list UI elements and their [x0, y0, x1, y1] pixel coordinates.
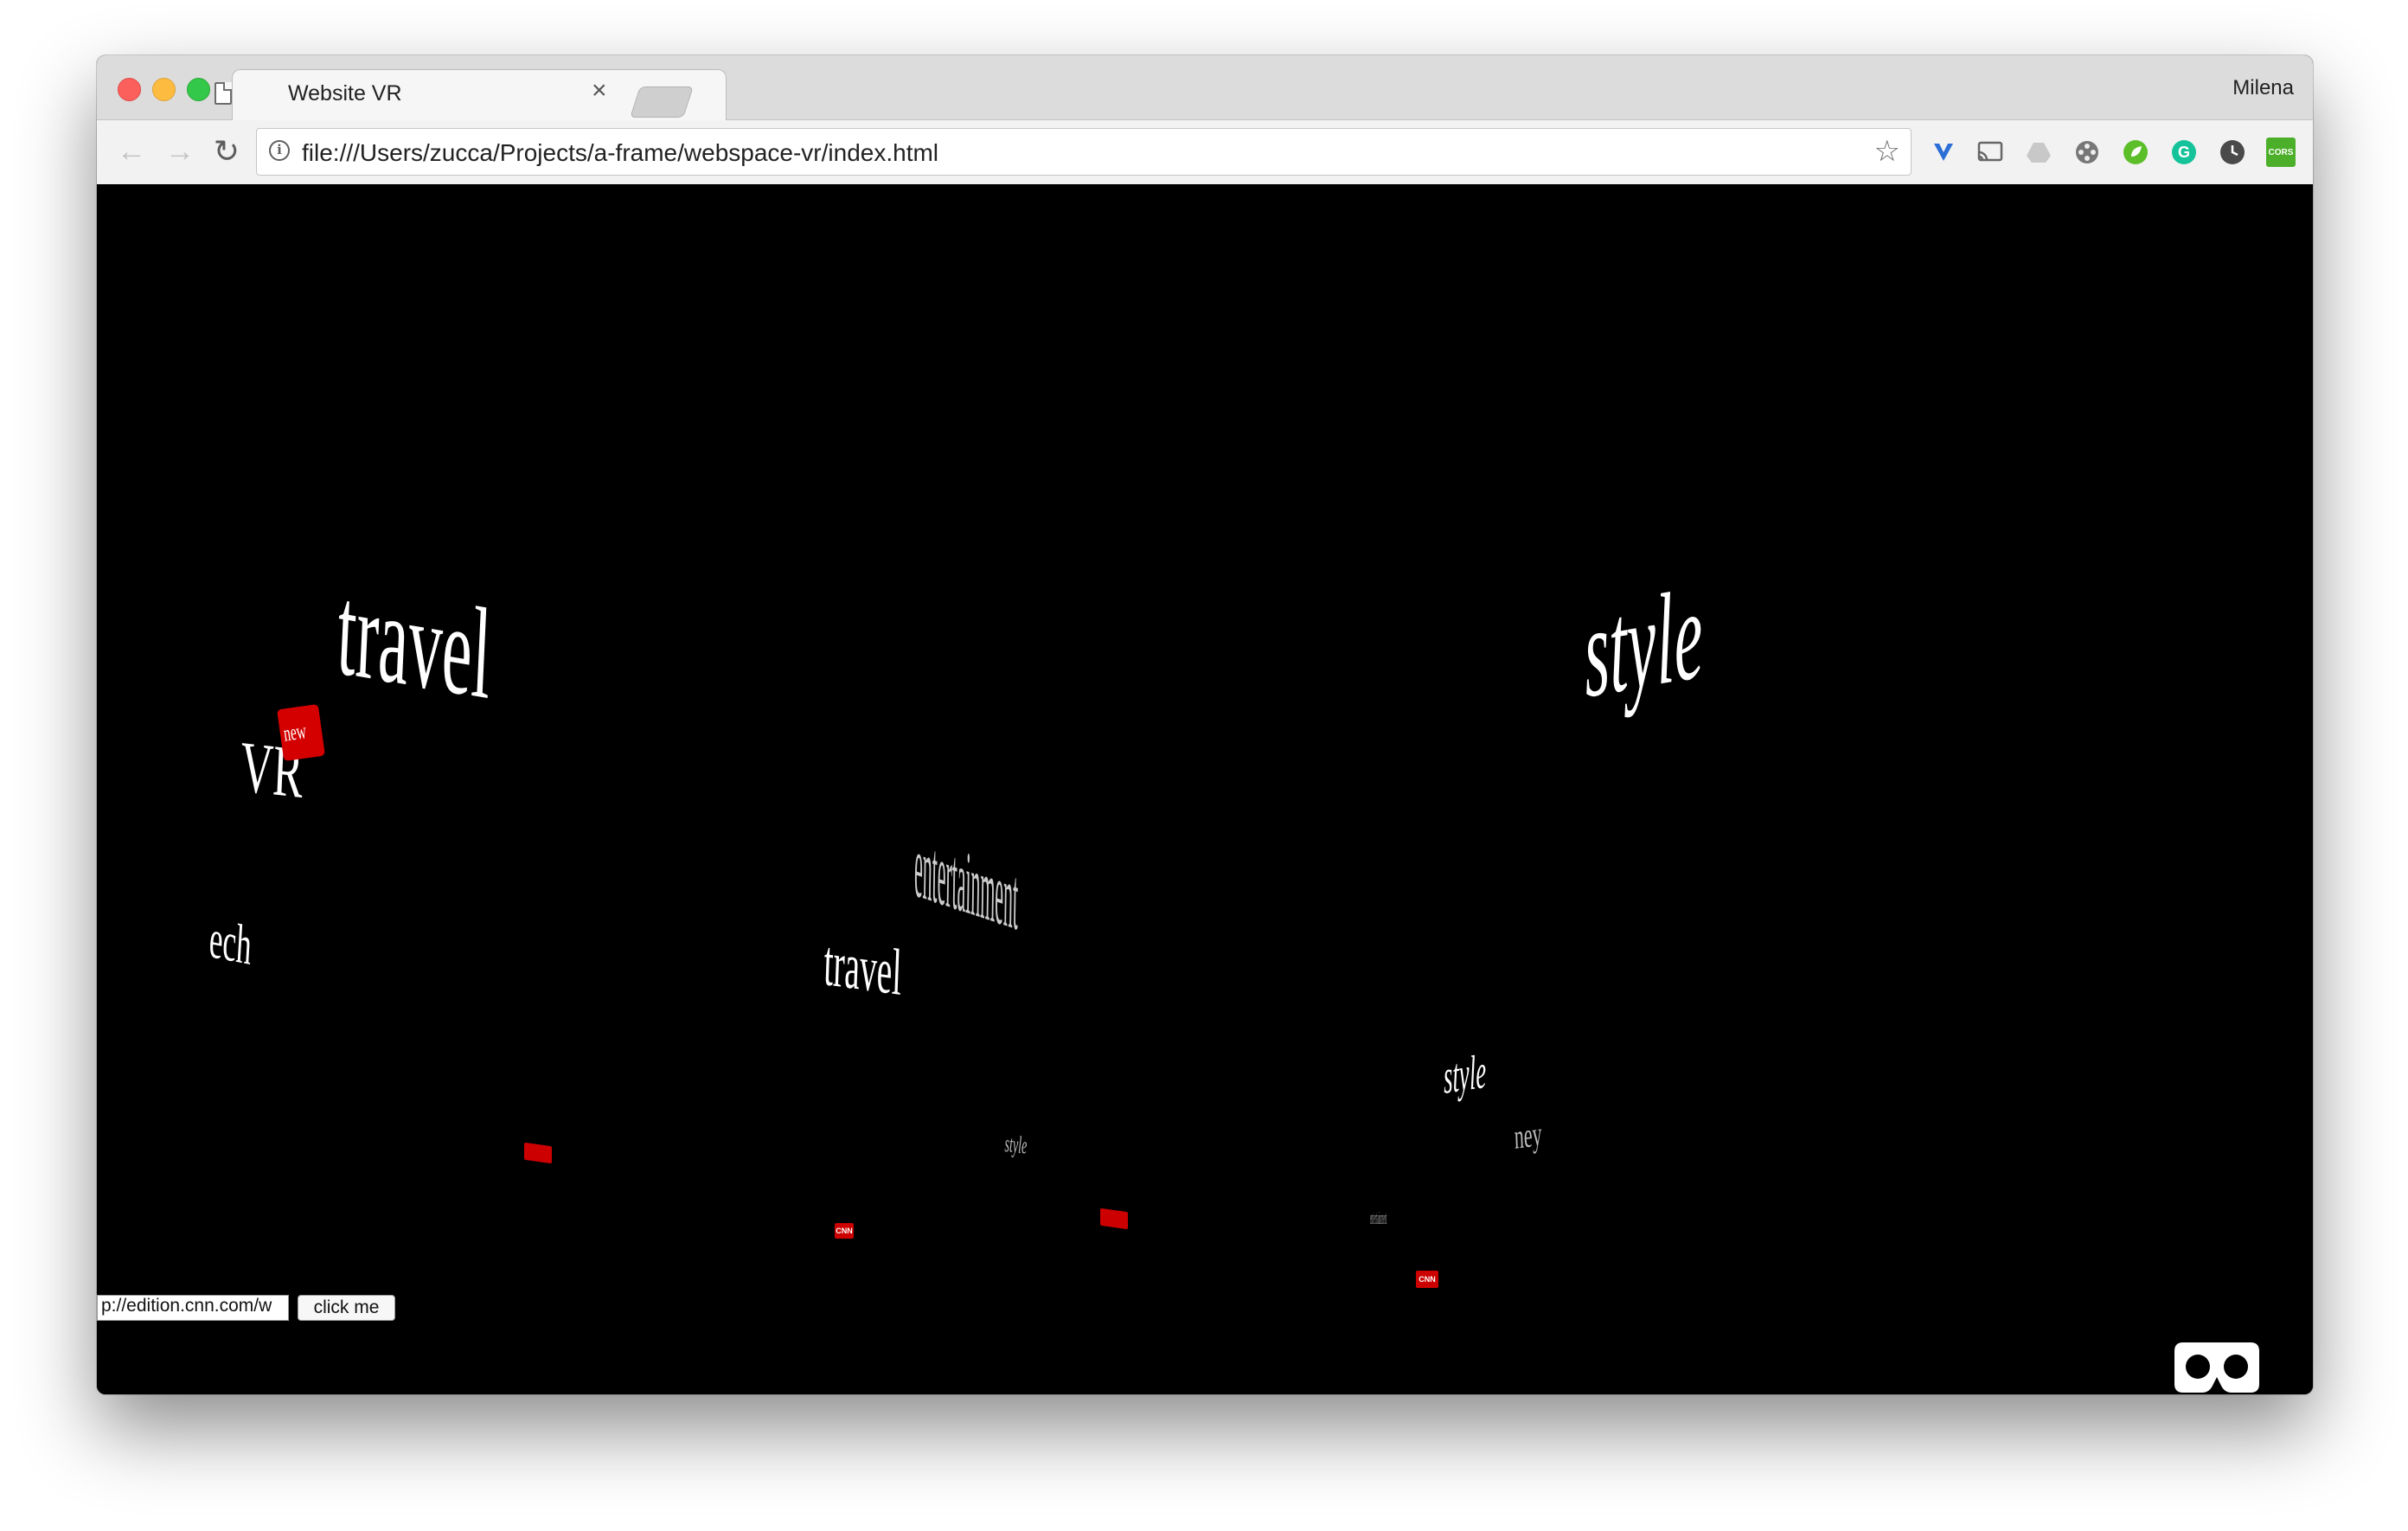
cnn-logo-chip: CNN — [835, 1223, 854, 1239]
vimium-icon[interactable] — [1929, 138, 1958, 167]
browser-toolbar: ← → ↻ i file:///Users/zucca/Projects/a-f… — [97, 120, 2313, 185]
tab-title: Website VR — [288, 81, 402, 106]
clock-icon[interactable] — [2218, 138, 2247, 167]
minimize-window-button[interactable] — [152, 78, 176, 101]
scene-word-style-small: style — [1442, 1044, 1488, 1105]
scene-word-entertainment: entertainment — [913, 816, 1019, 950]
new-tab-button[interactable] — [630, 86, 694, 118]
scene-word-style-tiny: style — [1004, 1131, 1028, 1160]
scene-word-travel-small: travel — [823, 926, 903, 1009]
browser-window: Website VR × Milena ← → ↻ i file:///User… — [97, 55, 2313, 1394]
vr-headset-icon[interactable] — [2174, 1342, 2259, 1393]
tab-strip: Website VR × Milena — [97, 55, 2313, 122]
url-text[interactable]: file:///Users/zucca/Projects/a-frame/web… — [302, 139, 938, 167]
profile-name[interactable]: Milena — [2232, 76, 2294, 100]
cnn-logo-chip — [524, 1142, 552, 1164]
click-me-button[interactable]: click me — [298, 1295, 395, 1321]
grammarly-icon[interactable]: G — [2169, 138, 2199, 167]
cnn-logo-chip — [1100, 1208, 1128, 1230]
url-input[interactable]: p://edition.cnn.com/w — [97, 1295, 289, 1321]
green-leaf-icon[interactable] — [2121, 138, 2150, 167]
drive-icon[interactable] — [2024, 138, 2053, 167]
info-icon[interactable]: i — [269, 140, 290, 161]
back-icon[interactable]: ← — [112, 132, 150, 170]
scene-word-tech: ech — [208, 907, 253, 977]
scene-word-travel-large: travel — [334, 558, 495, 727]
bookmark-star-icon[interactable]: ☆ — [1874, 136, 1900, 167]
cast-icon[interactable] — [1976, 138, 2005, 167]
maximize-window-button[interactable] — [187, 78, 210, 101]
document-icon — [215, 82, 232, 105]
scene-badge-new: new — [277, 703, 325, 762]
film-reel-icon[interactable] — [2072, 138, 2102, 167]
close-window-button[interactable] — [118, 78, 141, 101]
forward-icon[interactable]: → — [161, 132, 199, 170]
scene-word-entertainment-tiny: entertainment — [1370, 1207, 1387, 1228]
tab-close-icon[interactable]: × — [592, 78, 607, 104]
address-bar[interactable]: i file:///Users/zucca/Projects/a-frame/w… — [256, 128, 1912, 176]
cors-icon[interactable]: CORS — [2266, 138, 2296, 167]
cnn-logo-chip: CNN — [1416, 1271, 1438, 1288]
vr-scene-canvas[interactable]: travel VR new ech style entertainment tr… — [97, 184, 2313, 1394]
scene-word-money: ney — [1513, 1113, 1543, 1156]
scene-word-style-large: style — [1580, 561, 1706, 726]
reload-icon[interactable]: ↻ — [208, 132, 246, 170]
svg-text:G: G — [2178, 144, 2190, 161]
